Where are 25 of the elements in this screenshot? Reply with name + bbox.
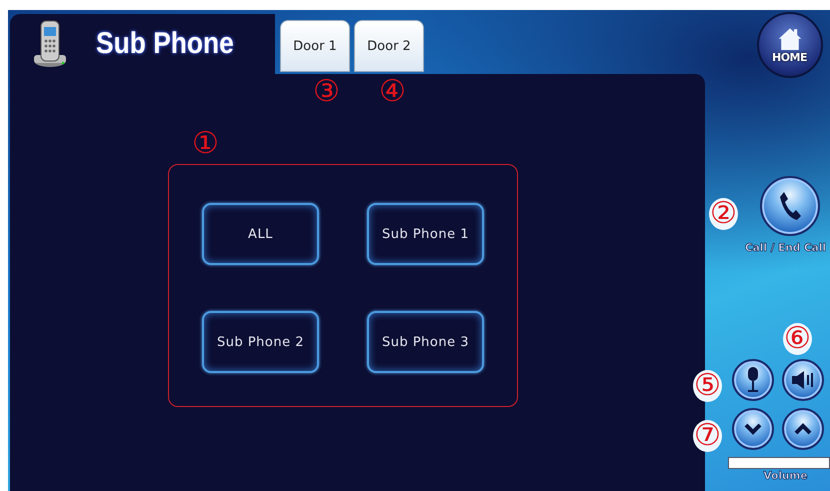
phone-select-button[interactable]: Sub Phone 2 <box>202 311 319 373</box>
chevron-down-icon <box>744 423 762 435</box>
page-title: Sub Phone <box>96 27 234 61</box>
annotation-number: ① <box>192 129 219 159</box>
annotation-number: ⑦ <box>693 420 722 452</box>
volume-up-button[interactable] <box>782 408 824 450</box>
phone-select-button[interactable]: ALL <box>202 203 319 265</box>
annotation-number: ④ <box>379 77 406 107</box>
volume-down-button[interactable] <box>732 408 774 450</box>
speaker-button[interactable] <box>782 359 824 401</box>
door-tab[interactable]: Door 1 <box>280 20 350 72</box>
annotation-number: ② <box>709 198 738 230</box>
home-button[interactable]: HOME <box>756 12 822 78</box>
volume-label: Volume <box>764 470 808 482</box>
phone-select-button[interactable]: Sub Phone 3 <box>367 311 484 373</box>
annotation-number: ③ <box>313 77 340 107</box>
cordless-phone-icon <box>32 19 68 69</box>
chevron-up-icon <box>794 423 812 435</box>
phone-select-button[interactable]: Sub Phone 1 <box>367 203 484 265</box>
annotation-number: ⑥ <box>783 323 812 355</box>
speaker-icon <box>790 370 816 390</box>
microphone-button[interactable] <box>732 359 774 401</box>
annotation-number: ⑤ <box>693 370 722 402</box>
door-tab[interactable]: Door 2 <box>354 20 424 72</box>
call-end-call-label: Call / End Call <box>745 242 826 254</box>
